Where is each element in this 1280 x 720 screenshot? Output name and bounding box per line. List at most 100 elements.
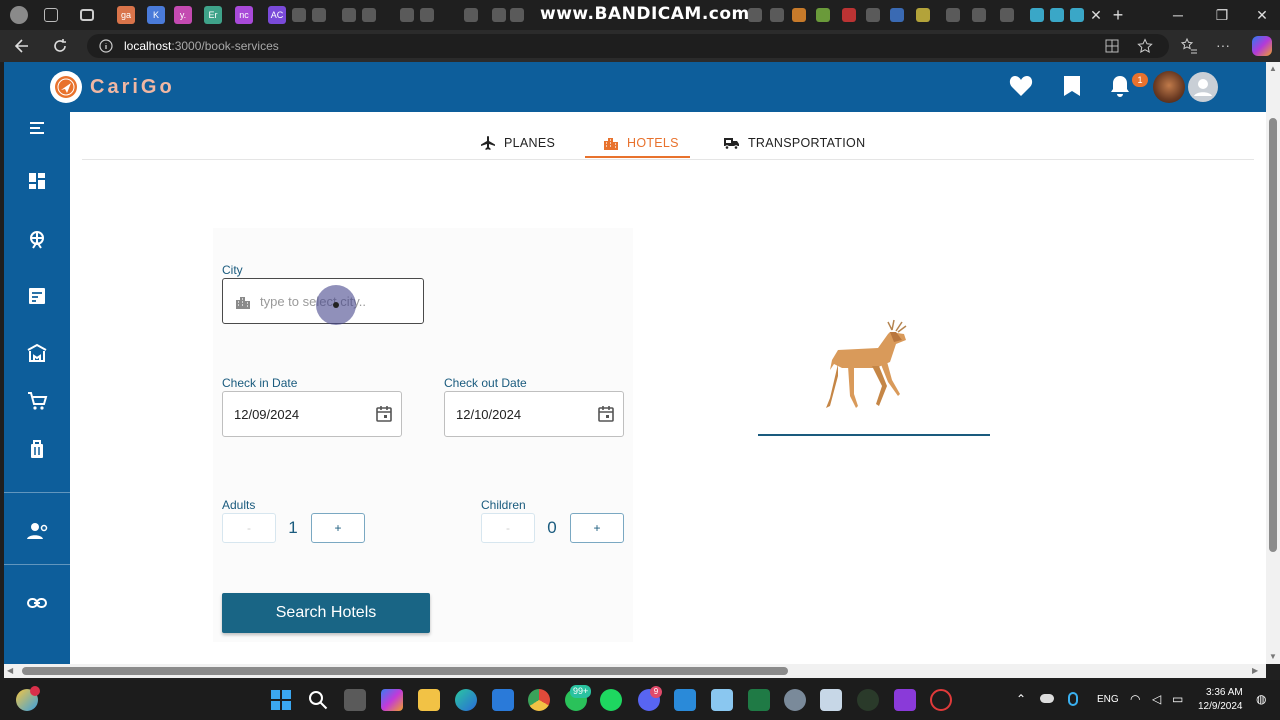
logo[interactable] (50, 71, 82, 103)
checkout-date-field[interactable]: 12/10/2024 (444, 391, 624, 437)
volume-icon[interactable]: ◁ (1152, 692, 1161, 706)
close-window-icon[interactable]: ✕ (1252, 6, 1272, 24)
battery-icon[interactable]: ▭ (1172, 692, 1183, 706)
ferris-wheel-icon[interactable] (26, 228, 48, 250)
tab-favicon[interactable] (510, 8, 524, 22)
horizontal-scroll-thumb[interactable] (22, 667, 788, 675)
tab-favicon[interactable] (1030, 8, 1044, 22)
site-info-icon[interactable] (99, 39, 113, 53)
tab-favicon-ac[interactable]: AC (268, 6, 286, 24)
task-view-icon[interactable] (344, 689, 366, 711)
children-decrement-button[interactable]: - (481, 513, 535, 543)
favorites-icon[interactable] (1180, 37, 1198, 55)
language-indicator[interactable]: ENG (1097, 694, 1119, 705)
tab-favicon[interactable] (1000, 8, 1014, 22)
file-explorer-icon[interactable] (418, 689, 440, 711)
tab-favicon-er[interactable]: Er (204, 6, 222, 24)
heart-icon[interactable] (1009, 75, 1033, 97)
minimize-icon[interactable]: ─ (1168, 6, 1188, 24)
user-avatar[interactable] (1153, 71, 1185, 103)
tab-favicon[interactable] (816, 8, 830, 22)
tab-favicon[interactable] (792, 8, 806, 22)
tab-favicon[interactable] (946, 8, 960, 22)
tab-favicon-nc[interactable]: nc (235, 6, 253, 24)
copilot-icon[interactable] (1252, 36, 1272, 56)
clock-time[interactable]: 3:36 AM (1206, 687, 1243, 698)
museum-icon[interactable] (26, 342, 48, 364)
bell-icon[interactable] (1110, 75, 1130, 99)
tab-favicon[interactable] (400, 8, 414, 22)
scroll-right-icon[interactable]: ▶ (1252, 666, 1258, 675)
scroll-up-icon[interactable]: ▲ (1269, 64, 1277, 73)
settings-icon[interactable] (784, 689, 806, 711)
tab-favicon[interactable] (842, 8, 856, 22)
tab-favicon[interactable] (972, 8, 986, 22)
brand-name[interactable]: CariGo (90, 76, 175, 99)
new-tab-icon[interactable]: + (1108, 6, 1128, 24)
scroll-down-icon[interactable]: ▼ (1269, 652, 1277, 661)
vertical-scroll-thumb[interactable] (1269, 118, 1277, 552)
calendar-icon[interactable] (597, 405, 615, 423)
profile-icon[interactable] (10, 6, 28, 24)
record-icon[interactable] (930, 689, 952, 711)
itinerary-icon[interactable] (26, 285, 48, 307)
tab-favicon-ga[interactable]: ga (117, 6, 135, 24)
adults-decrement-button[interactable]: - (222, 513, 276, 543)
scroll-left-icon[interactable]: ◀ (7, 666, 13, 675)
tab-favicon[interactable] (342, 8, 356, 22)
tab-favicon[interactable] (362, 8, 376, 22)
wifi-icon[interactable]: ◠ (1130, 692, 1140, 706)
tab-hotels[interactable]: HOTELS (603, 128, 679, 158)
tab-favicon-y[interactable]: y. (174, 6, 192, 24)
tab-favicon[interactable] (748, 8, 762, 22)
tab-favicon[interactable] (916, 8, 930, 22)
video-editor-icon[interactable] (894, 689, 916, 711)
tab-favicon[interactable] (770, 8, 784, 22)
user-settings-icon[interactable] (26, 520, 48, 542)
children-increment-button[interactable]: + (570, 513, 624, 543)
checkin-date-field[interactable]: 12/09/2024 (222, 391, 402, 437)
tab-favicon[interactable] (890, 8, 904, 22)
tab-favicon[interactable] (492, 8, 506, 22)
link-icon[interactable] (26, 592, 48, 614)
tab-favicon[interactable] (1070, 8, 1084, 22)
close-tab-icon[interactable]: ✕ (1086, 6, 1106, 24)
search-icon[interactable] (307, 689, 329, 711)
spotify-icon[interactable] (600, 689, 622, 711)
calendar-icon[interactable] (375, 405, 393, 423)
menu-icon[interactable] (26, 118, 48, 140)
notepad-icon[interactable] (711, 689, 733, 711)
app-available-icon[interactable] (1105, 39, 1119, 53)
copilot-icon[interactable] (381, 689, 403, 711)
vertical-scrollbar[interactable]: ▲ ▼ (1266, 62, 1280, 664)
tab-favicon[interactable] (866, 8, 880, 22)
tab-favicon[interactable] (292, 8, 306, 22)
horizontal-scrollbar[interactable]: ◀ ▶ (4, 664, 1266, 678)
dashboard-icon[interactable] (26, 170, 48, 192)
photos-icon[interactable] (820, 689, 842, 711)
tab-actions-icon[interactable] (80, 9, 94, 21)
excel-icon[interactable] (748, 689, 770, 711)
start-icon[interactable] (270, 689, 292, 711)
chevron-up-icon[interactable]: ⌃ (1016, 692, 1026, 706)
tab-favicon[interactable] (312, 8, 326, 22)
edge-icon[interactable] (455, 689, 477, 711)
tab-transportation[interactable]: TRANSPORTATION (723, 128, 865, 158)
clock-date[interactable]: 12/9/2024 (1198, 701, 1243, 712)
notifications-icon[interactable]: ◍ (1256, 692, 1266, 706)
mail-icon[interactable] (492, 689, 514, 711)
refresh-icon[interactable] (50, 36, 70, 56)
onedrive-icon[interactable] (1040, 694, 1054, 703)
mongodb-icon[interactable] (857, 689, 879, 711)
tab-favicon[interactable] (420, 8, 434, 22)
luggage-icon[interactable] (26, 438, 48, 460)
maximize-icon[interactable]: ❐ (1212, 6, 1232, 24)
workspaces-icon[interactable] (44, 8, 58, 22)
bookmark-icon[interactable] (1063, 75, 1081, 97)
tab-favicon[interactable] (1050, 8, 1064, 22)
favorite-star-icon[interactable] (1137, 38, 1153, 54)
address-bar[interactable]: localhost:3000/book-services (87, 34, 1169, 58)
account-avatar[interactable] (1188, 72, 1218, 102)
adults-increment-button[interactable]: + (311, 513, 365, 543)
more-menu-icon[interactable]: ··· (1216, 37, 1230, 53)
